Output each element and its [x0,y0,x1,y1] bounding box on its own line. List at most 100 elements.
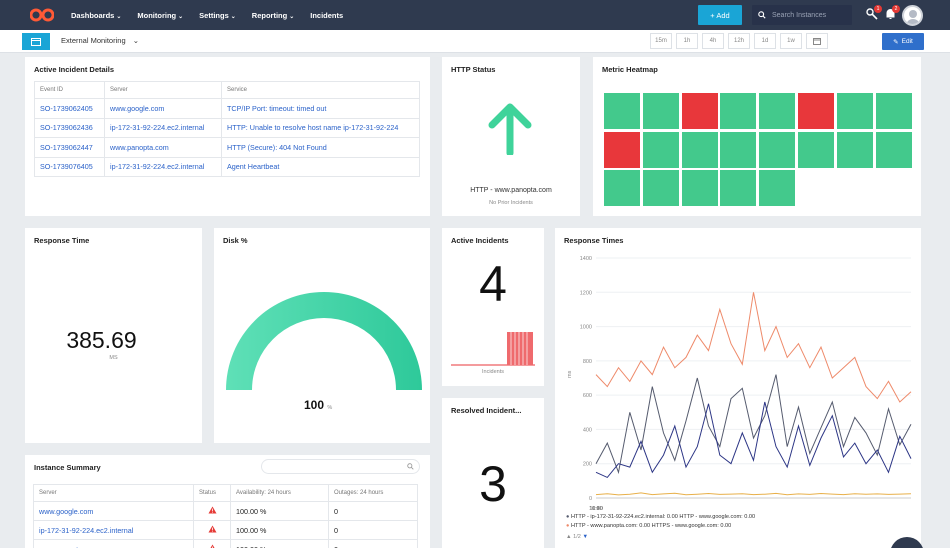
series-line[interactable] [595,292,912,403]
heatmap-cell[interactable] [836,93,873,129]
heatmap-cell[interactable] [681,170,718,206]
heatmap-cell[interactable] [759,170,796,206]
dashboard-name: External Monitoring [61,36,126,45]
chevron-down-icon: ⌄ [230,13,236,20]
legend-next-icon[interactable]: ▼ [582,534,588,540]
search-input[interactable]: Search Instances [752,5,852,25]
heatmap-cell[interactable] [798,93,834,129]
heatmap-cell[interactable] [604,131,640,168]
bell-badge: 2 [892,5,900,13]
heatmap-cell[interactable] [875,131,912,168]
nav-item-monitoring[interactable]: Monitoring ⌄ [137,11,183,20]
event-id-link[interactable]: SO-1739076405 [34,156,105,177]
time-range-1h[interactable]: 1h [676,33,698,49]
server-link[interactable]: www.google.com [33,501,194,521]
heatmap-cell[interactable] [720,93,757,129]
outages-value: 0 [328,501,418,521]
table-row[interactable]: SO-1739076405 ip-172-31-92-224.ec2.intern… [34,156,420,177]
heatmap-cell[interactable] [681,131,718,168]
series-line[interactable] [595,492,912,496]
server-link[interactable]: www.panopta.com [104,137,222,158]
server-link[interactable]: www.panopta.com [33,539,194,548]
service-link[interactable]: Agent Heartbeat [221,156,420,177]
nav-item-settings[interactable]: Settings ⌄ [199,11,236,20]
column-header[interactable]: Status [193,484,231,502]
chevron-down-icon: ⌄ [116,13,122,20]
heatmap-cell[interactable] [720,170,757,206]
time-range-15m[interactable]: 15m [650,33,672,49]
service-link[interactable]: TCP/IP Port: timeout: timed out [221,98,420,119]
panel-title: Response Time [34,236,90,245]
table-row[interactable]: SO-1739062405 www.google.com TCP/IP Port: … [34,98,420,119]
outages-value: 0 [328,539,418,548]
heatmap-cell[interactable] [681,93,718,129]
heatmap-cell[interactable] [642,131,679,168]
panopta-logo-icon[interactable] [30,7,54,23]
time-range-1w[interactable]: 1w [780,33,802,49]
server-link[interactable]: www.google.com [104,98,222,119]
y-tick-label: 1000 [580,325,592,331]
nav-item-reporting[interactable]: Reporting ⌄ [252,11,294,20]
heatmap-cell[interactable] [875,93,912,129]
disk-value-number: 100 [304,398,325,412]
edit-button[interactable]: ✎ Edit [882,33,924,50]
heatmap-cell[interactable] [836,131,873,168]
table-row[interactable]: SO-1739062436 ip-172-31-92-224.ec2.intern… [34,117,420,138]
chevron-down-icon: ⌄ [132,36,140,45]
heatmap-cell[interactable] [604,170,640,206]
time-range-12h[interactable]: 12h [728,33,750,49]
heatmap-cell[interactable] [798,131,834,168]
table-row[interactable]: www.panopta.com 100.00 %0 [33,539,418,548]
heatmap-cell[interactable] [720,131,757,168]
legend-line-2: HTTP - www.panopta.com: 0.00 HTTPS - www… [570,523,732,529]
event-id-link[interactable]: SO-1739062405 [34,98,105,119]
nav-item-dashboards[interactable]: Dashboards ⌄ [71,11,121,20]
heatmap-cell[interactable] [759,93,796,129]
top-nav-bar: Dashboards ⌄ Monitoring ⌄ Settings ⌄ Reporting… [0,0,950,30]
dashboard-selector[interactable]: External Monitoring ⌄ [61,36,139,45]
event-id-link[interactable]: SO-1739062436 [34,117,105,138]
legend-prev-icon[interactable]: ▲ [566,534,572,540]
heatmap-cell[interactable] [604,93,640,129]
service-link[interactable]: HTTP (Secure): 404 Not Found [221,137,420,158]
heatmap-cell[interactable] [642,170,679,206]
server-link[interactable]: ip-172-31-92-224.ec2.internal [104,117,222,138]
event-id-link[interactable]: SO-1739062447 [34,137,105,158]
avatar[interactable] [902,5,923,26]
column-header[interactable]: Service [221,81,420,99]
main-menu: Dashboards ⌄ Monitoring ⌄ Settings ⌄ Reporting… [71,0,359,30]
instance-search-input[interactable] [261,459,420,474]
service-link[interactable]: HTTP: Unable to resolve host name ip-172… [221,117,420,138]
column-header[interactable]: Server [104,81,222,99]
dashboard-icon[interactable] [22,33,50,50]
column-header[interactable]: Event ID [34,81,105,99]
nav-item-label: Dashboards [71,10,115,20]
nav-item-label: Settings [199,10,229,20]
outages-value: 0 [328,520,418,540]
calendar-icon[interactable] [806,33,828,49]
table-row[interactable]: ip-172-31-92-224.ec2.internal 100.00 % 0 [33,520,418,540]
add-button[interactable]: + Add [698,5,742,25]
table-row[interactable]: www.google.com 100.00 % 0 [33,501,418,521]
http-status-sub: No Prior Incidents [489,200,533,206]
server-link[interactable]: ip-172-31-92-224.ec2.internal [33,520,194,540]
nav-item-incidents[interactable]: Incidents [310,11,343,20]
time-range-1d[interactable]: 1d [754,33,776,49]
column-header[interactable]: Server [33,484,194,502]
heatmap-cell[interactable] [759,131,796,168]
response-time-unit: MS [109,355,118,361]
bell-icon[interactable]: 2 [885,5,900,22]
time-range-4h[interactable]: 4h [702,33,724,49]
tools-icon[interactable]: 1 [866,5,882,22]
server-link[interactable]: ip-172-31-92-224.ec2.internal [104,156,222,177]
instance-summary-table: Server Status Availability: 24 hours Outage… [33,484,418,548]
y-tick-label: 0 [589,496,592,502]
column-header[interactable]: Availability: 24 hours [230,484,329,502]
disk-gauge [226,292,422,390]
table-row[interactable]: SO-1739062447 www.panopta.com HTTP (Secure… [34,137,420,158]
heatmap-cell[interactable] [642,93,679,129]
column-header[interactable]: Outages: 24 hours [328,484,418,502]
warning-icon [193,539,231,548]
series-line[interactable] [595,374,912,475]
disk-value: 100 % [304,398,332,412]
